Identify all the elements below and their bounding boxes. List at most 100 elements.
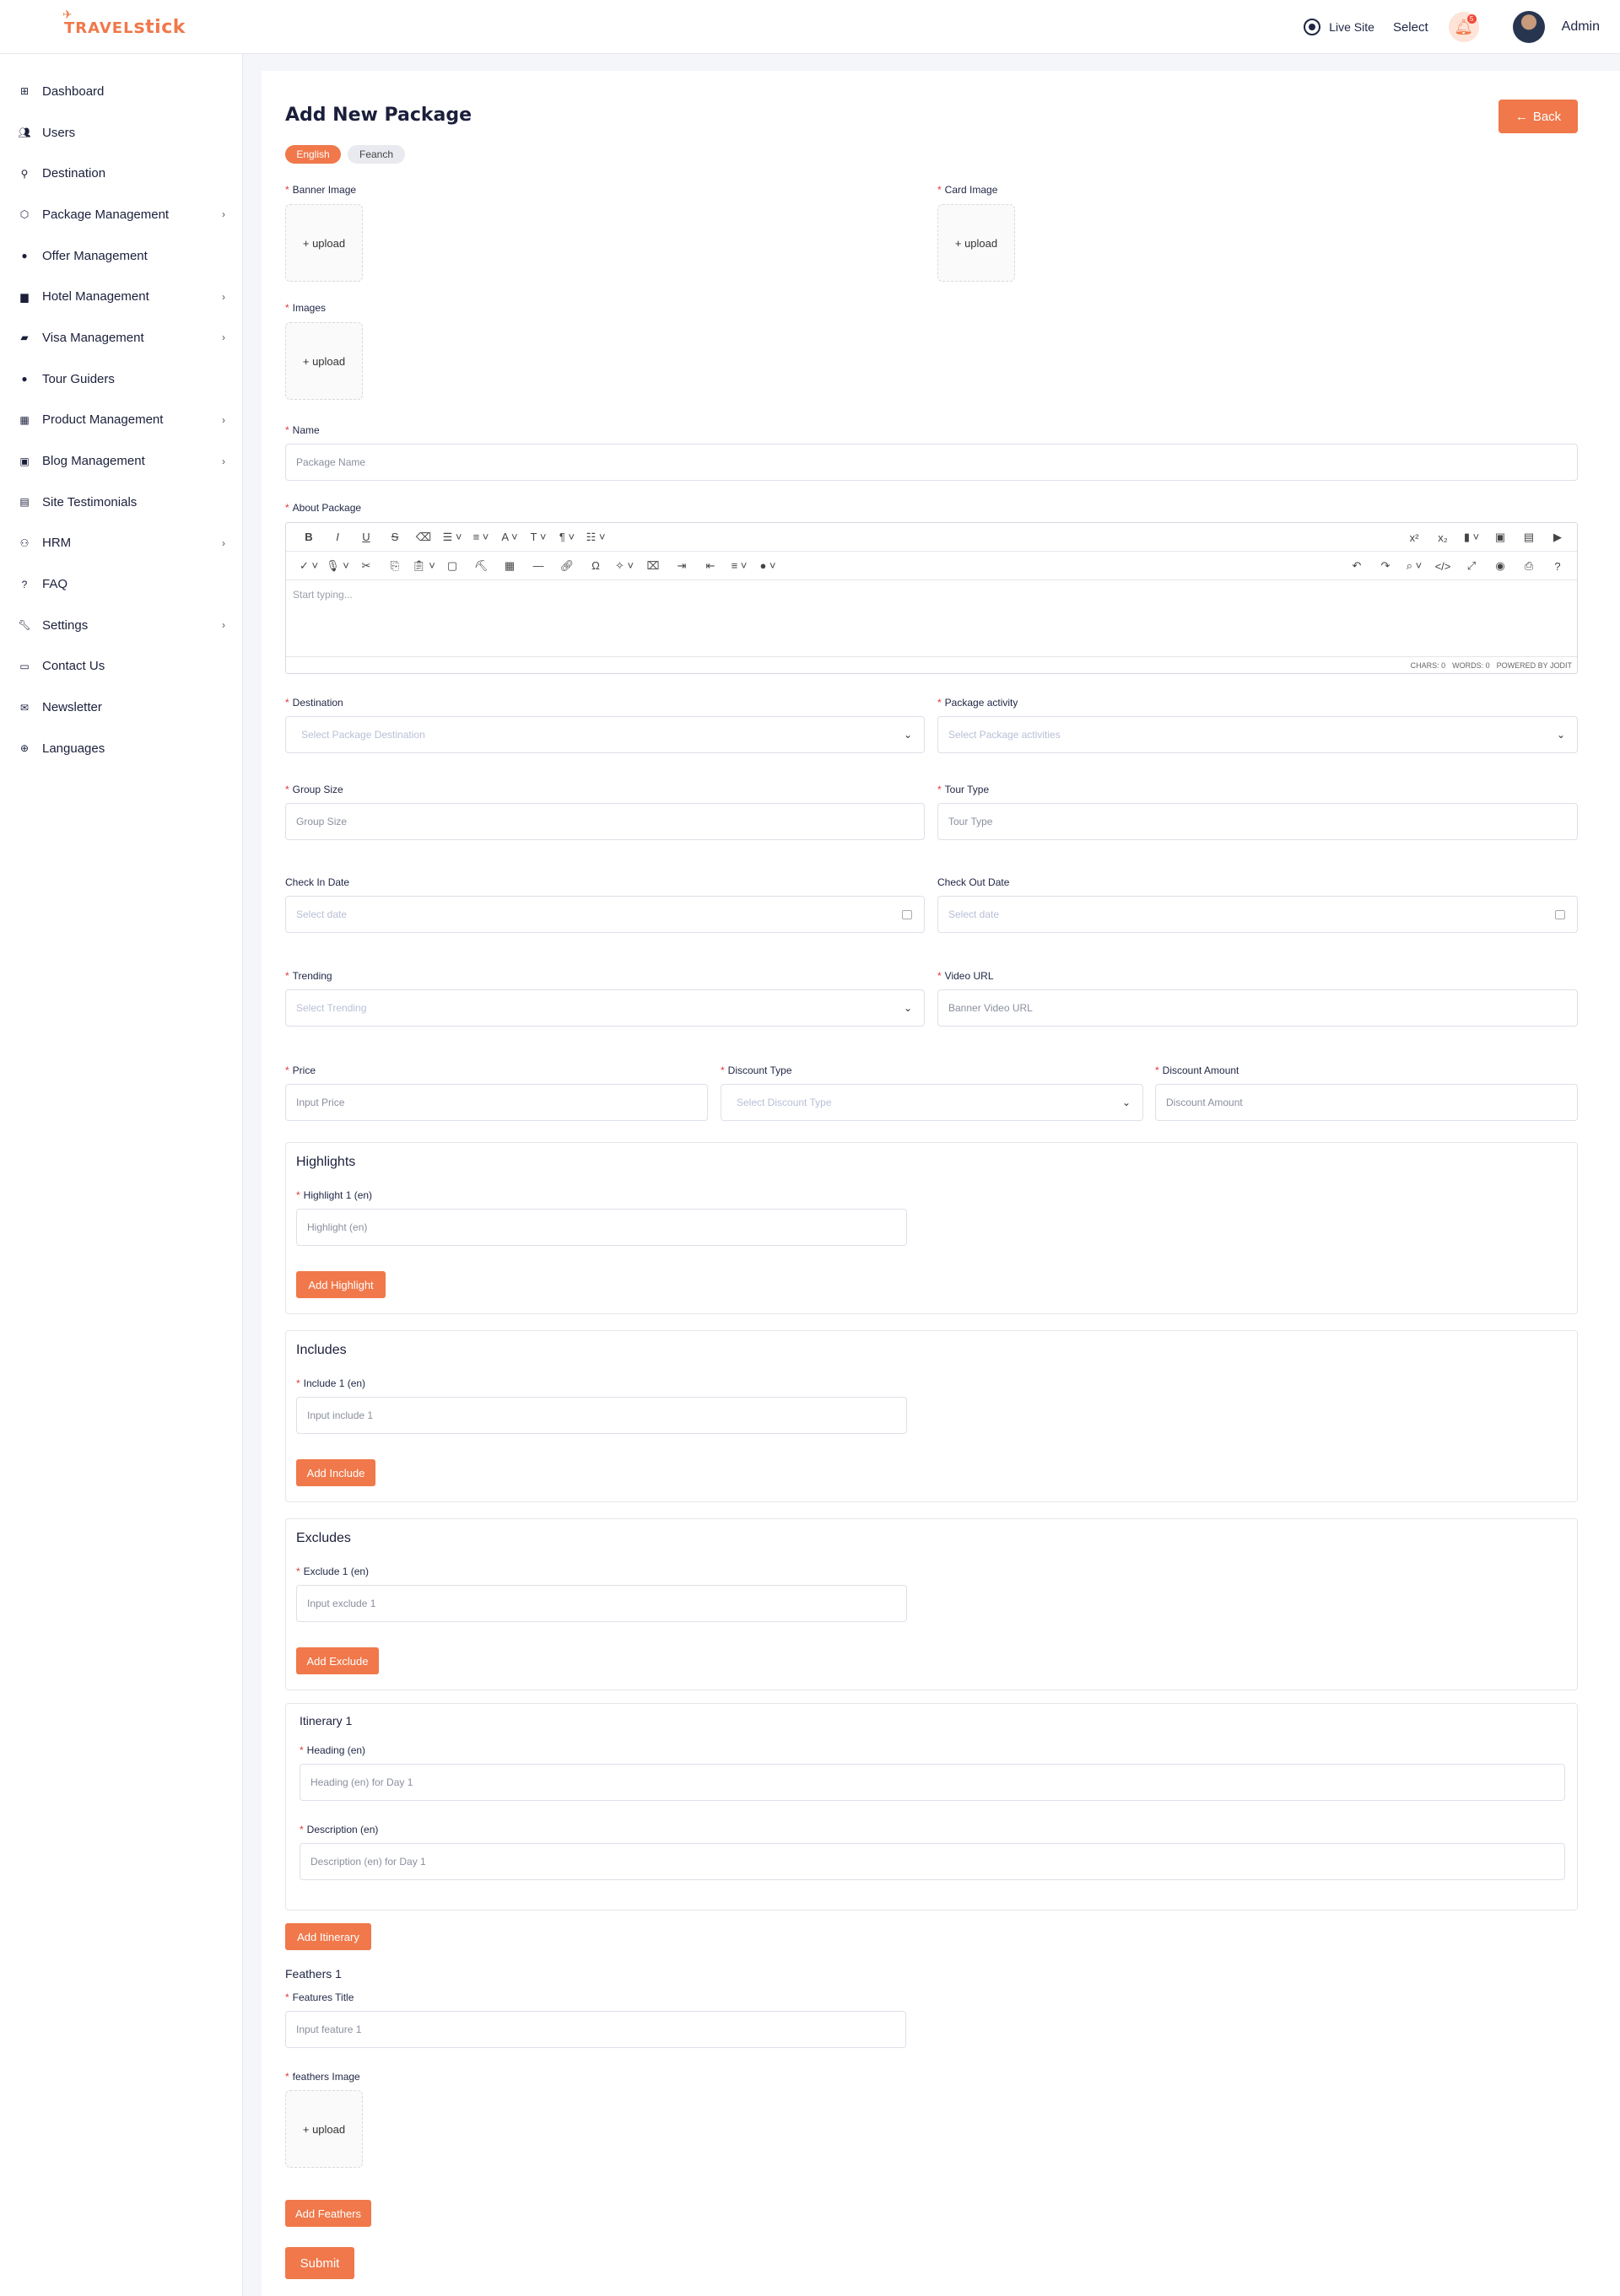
fullscreen-icon[interactable]: ⤢ <box>1457 559 1486 573</box>
sidebar-item-newsletter[interactable]: ✉ Newsletter <box>0 687 242 728</box>
paste-icon[interactable]: 📋︎ ˅ <box>409 559 438 573</box>
preview-icon[interactable]: ◉ <box>1486 559 1515 573</box>
card-image-upload[interactable]: + upload <box>937 204 1015 282</box>
sidebar-item-settings[interactable]: 🔧︎ Settings › <box>0 605 242 646</box>
add-exclude-button[interactable]: Add Exclude <box>296 1647 379 1674</box>
align-icon[interactable]: ≡ ˅ <box>725 559 753 572</box>
sidebar-item-destination[interactable]: ⚲ Destination <box>0 153 242 194</box>
spellcheck-icon[interactable]: ✓ ˅ <box>294 559 323 573</box>
indent-icon[interactable]: ⇥ <box>667 559 696 573</box>
search-icon[interactable]: ⌕ ˅ <box>1400 559 1428 573</box>
select-all-icon[interactable]: ▢ <box>438 559 467 573</box>
live-site-link[interactable]: Live Site <box>1304 19 1374 35</box>
font-size-icon[interactable]: T ˅ <box>524 531 553 543</box>
add-feathers-button[interactable]: Add Feathers <box>285 2200 371 2227</box>
check-in-date-picker[interactable]: Select date <box>285 896 925 933</box>
bullet-list-icon[interactable]: ☰ ˅ <box>438 531 467 544</box>
tour-type-input[interactable]: Tour Type <box>937 803 1578 840</box>
language-select[interactable]: Select <box>1393 20 1428 35</box>
symbol-icon[interactable]: Ω <box>581 559 610 572</box>
document-icon[interactable]: ▤ <box>1515 531 1543 544</box>
font-icon[interactable]: A ˅ <box>495 531 524 543</box>
sidebar-item-blog-management[interactable]: ▣ Blog Management › <box>0 440 242 482</box>
highlight-input[interactable]: Highlight (en) <box>296 1209 907 1246</box>
video-icon[interactable]: ▶ <box>1543 531 1572 544</box>
banner-image-upload[interactable]: + upload <box>285 204 363 282</box>
exclude-input[interactable]: Input exclude 1 <box>296 1585 907 1622</box>
package-activity-select[interactable]: Select Package activities ⌄ <box>937 716 1578 753</box>
superscript-icon[interactable]: x² <box>1400 531 1428 544</box>
destination-select[interactable]: Select Package Destination ⌄ <box>285 716 925 753</box>
visa-icon: ▰ <box>20 331 29 344</box>
back-button[interactable]: ← Back <box>1498 100 1578 133</box>
add-highlight-button[interactable]: Add Highlight <box>296 1271 386 1298</box>
source-icon[interactable]: </> <box>1428 560 1457 573</box>
sidebar-item-dashboard[interactable]: ⊞ Dashboard <box>0 71 242 112</box>
price-input[interactable]: Input Price <box>285 1084 708 1121</box>
add-itinerary-button[interactable]: Add Itinerary <box>285 1923 371 1950</box>
sidebar-item-users[interactable]: 👥︎ Users <box>0 112 242 154</box>
ai-icon[interactable]: ✧ ˅ <box>610 559 639 573</box>
strikethrough-icon[interactable]: S <box>381 531 409 543</box>
file-icon[interactable]: ▮ ˅ <box>1457 531 1486 544</box>
sidebar-item-faq[interactable]: ? FAQ <box>0 563 242 605</box>
travelstick-logo[interactable]: ✈ TRAVELstick <box>62 8 186 38</box>
editor-content[interactable]: Start typing... <box>286 580 1577 655</box>
sidebar-item-offer-management[interactable]: ● Offer Management <box>0 235 242 277</box>
feathers-image-upload[interactable]: + upload <box>285 2090 363 2168</box>
features-title-input[interactable]: Input feature 1 <box>285 2011 906 2048</box>
line-height-icon[interactable]: ☷ ˅ <box>581 531 610 544</box>
underline-icon[interactable]: U <box>352 531 381 543</box>
undo-icon[interactable]: ↶ <box>1342 559 1371 573</box>
sidebar-item-package-management[interactable]: ⬡ Package Management › <box>0 194 242 235</box>
package-name-input[interactable]: Package Name <box>285 444 1578 481</box>
image-icon[interactable]: ▣ <box>1486 531 1515 544</box>
color-icon[interactable]: ● ˅ <box>753 559 782 572</box>
notification-button[interactable]: 🔔︎ 5 <box>1448 12 1479 42</box>
sidebar-item-site-testimonials[interactable]: ▤ Site Testimonials <box>0 482 242 523</box>
horizontal-rule-icon[interactable]: — <box>524 559 553 572</box>
help-icon[interactable]: ? <box>1543 560 1572 573</box>
sidebar-item-product-management[interactable]: ▦ Product Management › <box>0 400 242 441</box>
sidebar-item-contact-us[interactable]: ▭ Contact Us <box>0 646 242 687</box>
outdent-icon[interactable]: ⇤ <box>696 559 725 573</box>
video-url-label: * Video URL <box>937 970 994 982</box>
clear-format-icon[interactable]: ⌧ <box>639 559 667 573</box>
include-input[interactable]: Input include 1 <box>296 1397 907 1434</box>
numbered-list-icon[interactable]: ≡ ˅ <box>467 531 495 543</box>
italic-icon[interactable]: I <box>323 531 352 543</box>
table-icon[interactable]: ▦ <box>495 559 524 573</box>
check-out-date-picker[interactable]: Select date <box>937 896 1578 933</box>
video-url-input[interactable]: Banner Video URL <box>937 989 1578 1027</box>
paragraph-icon[interactable]: ¶ ˅ <box>553 531 581 543</box>
trending-select[interactable]: Select Trending ⌄ <box>285 989 925 1027</box>
sidebar-item-tour-guiders[interactable]: ● Tour Guiders <box>0 358 242 400</box>
images-upload[interactable]: + upload <box>285 322 363 400</box>
avatar[interactable] <box>1512 11 1545 43</box>
format-painter-icon[interactable]: ⛏ <box>467 559 495 573</box>
sidebar-item-languages[interactable]: ⊕ Languages <box>0 728 242 769</box>
user-name[interactable]: Admin <box>1562 19 1600 35</box>
discount-type-select[interactable]: Select Discount Type ⌄ <box>721 1084 1143 1121</box>
eraser-icon[interactable]: ⌫ <box>409 531 438 544</box>
link-icon[interactable]: 🔗︎ <box>553 559 581 573</box>
submit-button[interactable]: Submit <box>285 2247 354 2279</box>
microphone-icon[interactable]: 🎙︎ ˅ <box>323 559 352 573</box>
group-size-input[interactable]: Group Size <box>285 803 925 840</box>
subscript-icon[interactable]: x₂ <box>1428 531 1457 544</box>
copy-icon[interactable]: ⎘ <box>381 559 409 573</box>
sidebar-item-hrm[interactable]: ⚇ HRM › <box>0 523 242 564</box>
redo-icon[interactable]: ↷ <box>1371 559 1400 573</box>
cut-icon[interactable]: ✂ <box>352 559 381 573</box>
discount-amount-input[interactable]: Discount Amount <box>1155 1084 1578 1121</box>
bold-icon[interactable]: B <box>294 531 323 543</box>
tab-english[interactable]: English <box>285 145 341 164</box>
itinerary-description-input[interactable]: Description (en) for Day 1 <box>300 1843 1565 1880</box>
itinerary-heading-input[interactable]: Heading (en) for Day 1 <box>300 1764 1565 1801</box>
add-include-button[interactable]: Add Include <box>296 1459 375 1486</box>
tab-french[interactable]: Feanch <box>348 145 405 164</box>
print-icon[interactable]: ⎙ <box>1515 559 1543 573</box>
sidebar-item-visa-management[interactable]: ▰ Visa Management › <box>0 317 242 358</box>
sidebar-item-hotel-management[interactable]: ▆ Hotel Management › <box>0 276 242 317</box>
rich-text-editor[interactable]: B I U S ⌫ ☰ ˅ ≡ ˅ A ˅ T ˅ ¶ ˅ ☷ ˅ x² x₂ … <box>285 522 1578 674</box>
